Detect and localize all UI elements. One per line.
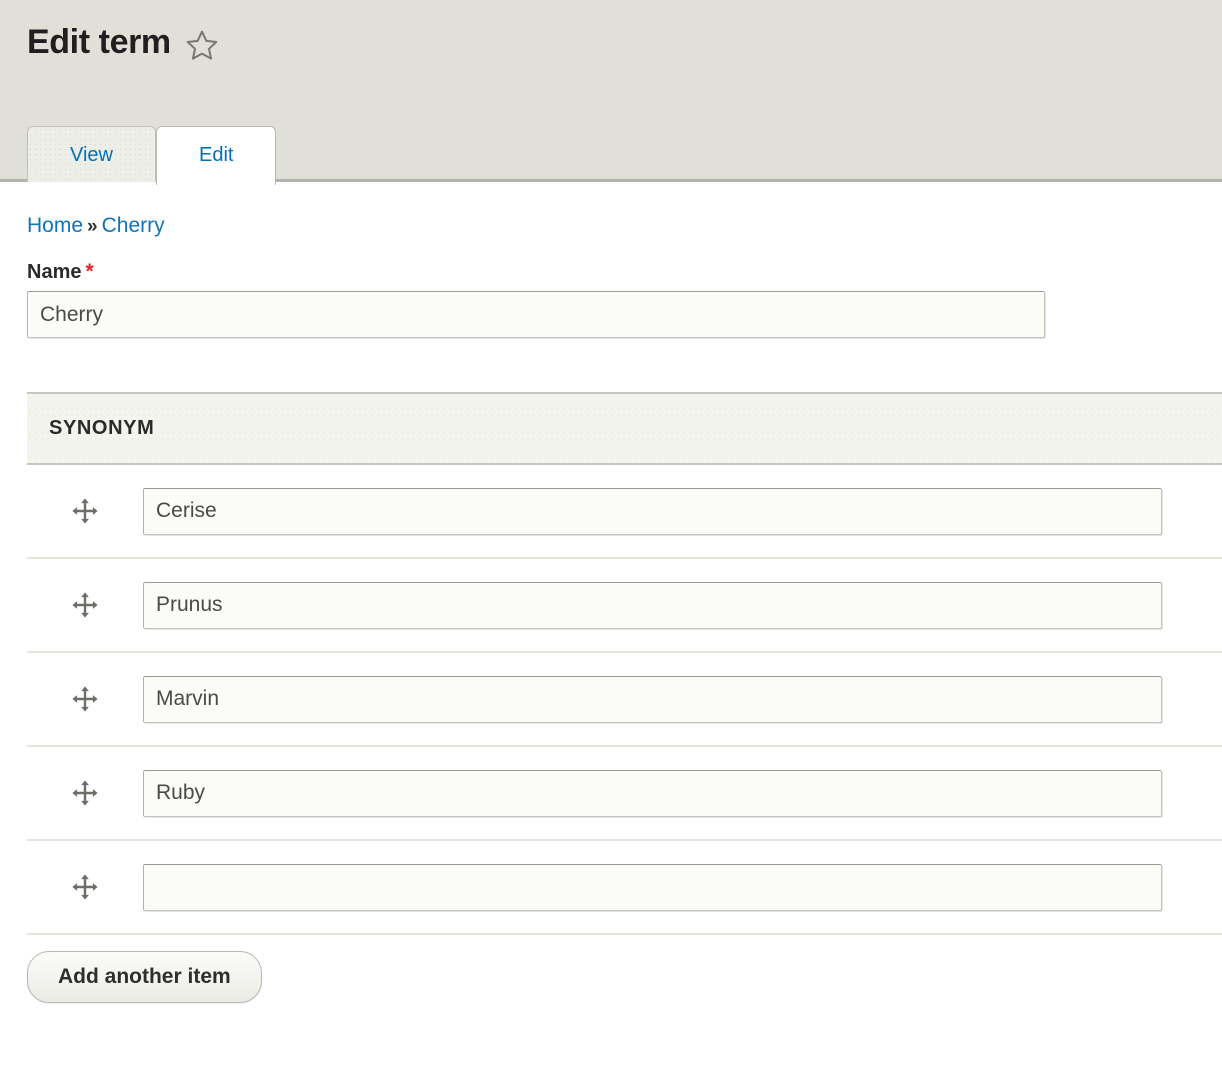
page-header: Edit term View Edit [0, 0, 1222, 182]
table-row [27, 841, 1222, 935]
name-field-label: Name* [27, 260, 1222, 284]
synonym-table-header: SYNONYM [27, 392, 1222, 465]
synonym-input[interactable] [143, 770, 1162, 817]
move-arrows-icon[interactable] [27, 873, 143, 901]
page-title-row: Edit term [0, 0, 1222, 62]
breadcrumb-item-cherry[interactable]: Cherry [102, 214, 165, 237]
synonym-input[interactable] [143, 676, 1162, 723]
tab-edit[interactable]: Edit [156, 126, 276, 185]
name-input[interactable] [27, 291, 1045, 338]
tab-view[interactable]: View [27, 126, 156, 182]
move-arrows-icon[interactable] [27, 779, 143, 807]
synonym-input[interactable] [143, 864, 1162, 911]
star-outline-icon[interactable] [185, 28, 219, 62]
breadcrumb-separator: » [87, 216, 98, 237]
required-asterisk: * [85, 260, 93, 283]
name-label-text: Name [27, 261, 81, 283]
table-row [27, 465, 1222, 559]
table-row [27, 559, 1222, 653]
breadcrumb-item-home[interactable]: Home [27, 214, 83, 237]
add-another-item-button[interactable]: Add another item [27, 951, 262, 1003]
move-arrows-icon[interactable] [27, 685, 143, 713]
synonym-table: SYNONYM [27, 392, 1222, 935]
tab-bar: View Edit [27, 126, 276, 182]
name-field-block: Name* [0, 238, 1222, 338]
table-row [27, 747, 1222, 841]
breadcrumb: Home»Cherry [0, 182, 1222, 238]
table-row [27, 653, 1222, 747]
button-row: Add another item [0, 935, 1222, 1003]
main-content: Home»Cherry Name* SYNONYM [0, 182, 1222, 1003]
page-title: Edit term [27, 24, 171, 61]
move-arrows-icon[interactable] [27, 591, 143, 619]
move-arrows-icon[interactable] [27, 497, 143, 525]
synonym-input[interactable] [143, 488, 1162, 535]
synonym-input[interactable] [143, 582, 1162, 629]
